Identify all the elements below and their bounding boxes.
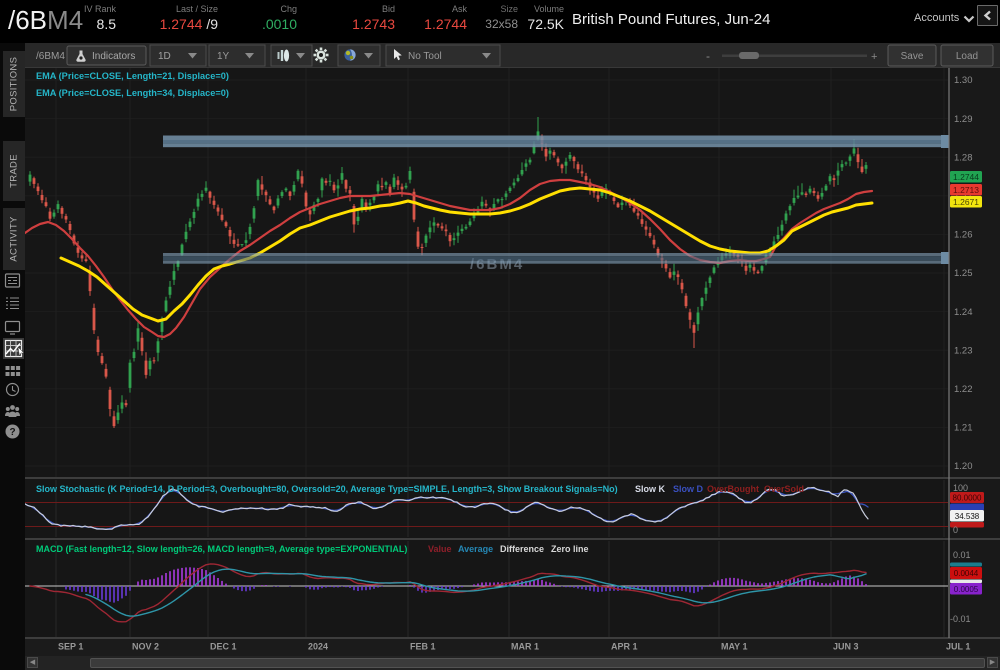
svg-text:2024: 2024	[308, 642, 328, 652]
svg-text:Value: Value	[428, 544, 452, 554]
svg-text:APR 1: APR 1	[611, 642, 638, 652]
svg-text:1.21: 1.21	[954, 423, 973, 434]
svg-text:80.0000: 80.0000	[953, 494, 982, 503]
svg-text:OverSold: OverSold	[764, 484, 804, 494]
svg-text:JUL 1: JUL 1	[946, 642, 970, 652]
svg-text:34.538: 34.538	[955, 512, 980, 521]
svg-text:1.28: 1.28	[954, 152, 973, 163]
svg-text:1Y: 1Y	[217, 51, 230, 62]
svg-text:1.23: 1.23	[954, 345, 973, 356]
svg-text:1.2744: 1.2744	[953, 172, 979, 182]
svg-text:Average: Average	[458, 544, 493, 554]
svg-text:FEB 1: FEB 1	[410, 642, 436, 652]
svg-text:0.0005: 0.0005	[954, 585, 979, 594]
svg-text:EMA (Price=CLOSE, Length=21, D: EMA (Price=CLOSE, Length=21, Displace=0)	[36, 71, 229, 81]
svg-text:Load: Load	[956, 51, 978, 62]
svg-text:0.01: 0.01	[953, 550, 971, 560]
svg-text:Difference: Difference	[500, 544, 544, 554]
svg-text:?: ?	[9, 427, 15, 438]
svg-text:Slow Stochastic (K Period=14,: Slow Stochastic (K Period=14, D Period=3…	[36, 484, 618, 494]
svg-text:OverBought: OverBought	[707, 484, 759, 494]
svg-text:/6BM4: /6BM4	[36, 51, 65, 62]
svg-text:Slow D: Slow D	[673, 484, 704, 494]
svg-text:Save: Save	[901, 51, 924, 62]
svg-text:MAR 1: MAR 1	[511, 642, 539, 652]
svg-text:1.2713: 1.2713	[953, 185, 979, 195]
svg-text:Indicators: Indicators	[92, 51, 135, 62]
svg-text:1.20: 1.20	[954, 461, 973, 472]
svg-text:-: -	[706, 49, 710, 63]
svg-text:1.2671: 1.2671	[953, 197, 979, 207]
svg-text:1.29: 1.29	[954, 114, 973, 125]
svg-text:MAY 1: MAY 1	[721, 642, 748, 652]
svg-text:100: 100	[953, 483, 968, 493]
svg-text:1.25: 1.25	[954, 268, 973, 279]
svg-text:No Tool: No Tool	[408, 51, 442, 62]
svg-text:1.30: 1.30	[954, 75, 973, 86]
svg-text:-0.01: -0.01	[950, 614, 971, 624]
svg-text:EMA (Price=CLOSE, Length=34, D: EMA (Price=CLOSE, Length=34, Displace=0)	[36, 88, 229, 98]
svg-text:Slow K: Slow K	[635, 484, 666, 494]
svg-text:MACD (Fast length=12, Slow len: MACD (Fast length=12, Slow length=26, MA…	[36, 544, 407, 554]
svg-text:0: 0	[953, 525, 958, 535]
svg-text:Zero line: Zero line	[551, 544, 589, 554]
svg-text:+: +	[871, 51, 877, 63]
svg-text:1.22: 1.22	[954, 384, 973, 395]
svg-text:JUN 3: JUN 3	[833, 642, 859, 652]
svg-text:1.24: 1.24	[954, 307, 973, 318]
svg-text:1D: 1D	[158, 51, 171, 62]
svg-text:DEC 1: DEC 1	[210, 642, 237, 652]
svg-text:0.0044: 0.0044	[954, 569, 979, 578]
svg-text:1.26: 1.26	[954, 230, 973, 241]
svg-text:NOV 2: NOV 2	[132, 642, 159, 652]
svg-text:SEP 1: SEP 1	[58, 642, 83, 652]
